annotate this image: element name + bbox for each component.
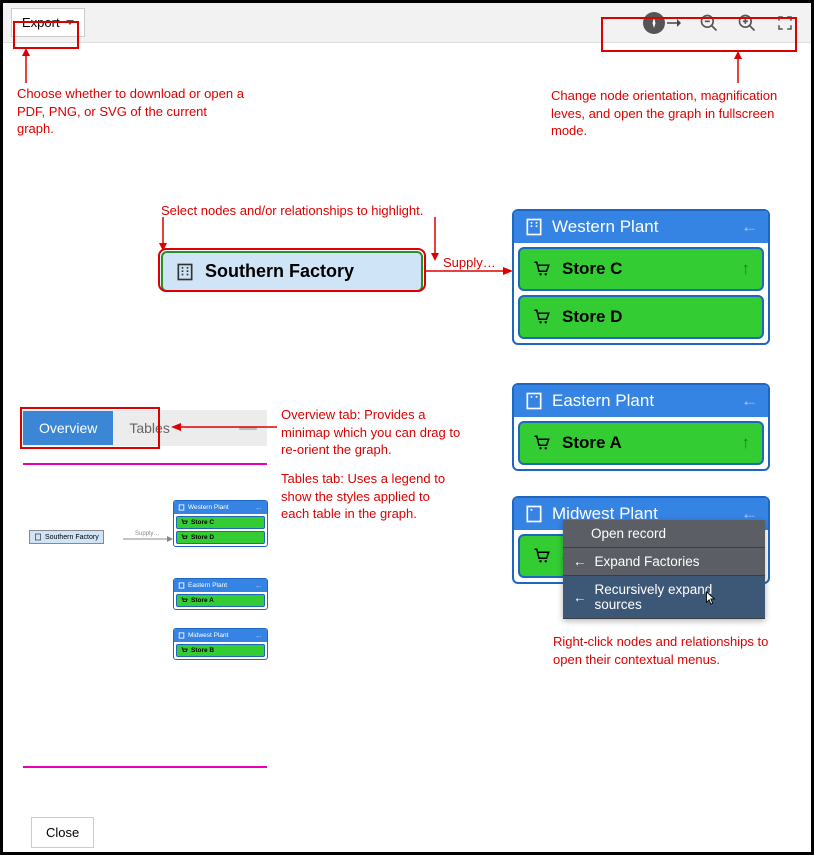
tab-overview[interactable]: Overview	[23, 411, 113, 445]
zoom-out-icon[interactable]	[699, 13, 719, 33]
annotation-tables: Tables tab: Uses a legend to show the st…	[281, 470, 461, 523]
mini-factory-label: Southern Factory	[45, 534, 99, 541]
context-menu: Open record ← Expand Factories ← Recursi…	[563, 520, 765, 619]
node-southern-factory[interactable]: Southern Factory	[161, 251, 423, 292]
store-label: Store C	[562, 259, 622, 279]
fullscreen-icon[interactable]	[775, 13, 795, 33]
collapse-left-icon: ←	[255, 503, 263, 512]
collapse-left-icon: ←	[255, 631, 263, 640]
node-western-plant[interactable]: Western Plant ← Store C ↑ Store D	[512, 209, 770, 345]
ctx-expand-sources[interactable]: ← Recursively expand sources	[563, 576, 765, 619]
mini-edge	[123, 535, 173, 543]
plant-name: Eastern Plant	[552, 391, 654, 411]
cart-icon	[181, 519, 188, 526]
zoom-in-icon[interactable]	[737, 13, 757, 33]
arrow-select-right	[425, 213, 445, 263]
plant-header: Eastern Plant ←	[514, 385, 768, 417]
collapse-left-icon[interactable]: ←	[741, 217, 758, 237]
annotation-export: Choose whether to download or open a PDF…	[17, 85, 247, 138]
toolbar: Export	[3, 3, 811, 43]
building-icon	[175, 262, 195, 282]
building-icon	[178, 582, 185, 589]
cart-icon	[532, 308, 552, 326]
caret-down-icon	[66, 20, 74, 25]
plant-header: Western Plant ←	[514, 211, 768, 243]
compass-icon[interactable]	[643, 13, 681, 33]
ctx-label: Open record	[591, 526, 666, 541]
building-icon	[524, 217, 544, 237]
building-icon	[524, 391, 544, 411]
tab-tables[interactable]: Tables	[113, 411, 185, 445]
factory-label: Southern Factory	[205, 261, 354, 282]
annotation-select: Select nodes and/or relationships to hig…	[161, 202, 451, 220]
mini-western: Western Plant← Store C Store D	[173, 500, 268, 547]
annotation-context: Right-click nodes and relationships to o…	[553, 633, 783, 668]
ctx-expand-factories[interactable]: ← Expand Factories	[563, 548, 765, 576]
mini-midwest: Midwest Plant← Store B	[173, 628, 268, 660]
ctx-label: Recursively expand sources	[595, 582, 756, 612]
export-button[interactable]: Export	[11, 8, 85, 37]
arrow-to-export	[11, 48, 41, 88]
node-store-c[interactable]: Store C ↑	[518, 247, 764, 291]
store-label: Store A	[562, 433, 622, 453]
cart-icon	[532, 547, 552, 565]
arrow-left-icon: ←	[573, 590, 587, 605]
minimap[interactable]: Southern Factory Supply… Western Plant← …	[23, 463, 267, 768]
building-icon	[34, 533, 42, 541]
up-arrow-icon: ↑	[742, 259, 751, 279]
mini-factory: Southern Factory	[29, 530, 104, 544]
building-icon	[178, 504, 185, 511]
cart-icon	[532, 434, 552, 452]
collapse-left-icon[interactable]: ←	[741, 391, 758, 411]
building-icon	[178, 632, 185, 639]
up-arrow-icon: ↑	[742, 433, 751, 453]
toolbar-tools	[643, 13, 803, 33]
collapse-left-icon: ←	[255, 581, 263, 590]
node-store-a[interactable]: Store A ↑	[518, 421, 764, 465]
export-label: Export	[22, 15, 60, 30]
ctx-open-record[interactable]: Open record	[563, 520, 765, 548]
building-icon	[524, 504, 544, 524]
annotation-overview: Overview tab: Provides a minimap which y…	[281, 406, 461, 459]
cart-icon	[181, 597, 188, 604]
cart-icon	[181, 534, 188, 541]
arrow-left-icon: ←	[573, 554, 587, 569]
close-button[interactable]: Close	[31, 817, 94, 848]
node-eastern-plant[interactable]: Eastern Plant ← Store A ↑	[512, 383, 770, 471]
drag-handle-icon[interactable]	[239, 427, 257, 430]
cursor-icon	[703, 590, 717, 606]
plant-name: Western Plant	[552, 217, 658, 237]
store-label: Store D	[562, 307, 622, 327]
node-store-d[interactable]: Store D	[518, 295, 764, 339]
cart-icon	[181, 647, 188, 654]
ctx-label: Expand Factories	[595, 554, 700, 569]
arrow-to-tools	[723, 51, 753, 87]
cart-icon	[532, 260, 552, 278]
edge-supply-label: Supply…	[443, 254, 496, 272]
annotation-tools: Change node orientation, magnification l…	[551, 87, 801, 140]
tabs-bar: Overview Tables	[23, 410, 267, 446]
mini-eastern: Eastern Plant← Store A	[173, 578, 268, 610]
